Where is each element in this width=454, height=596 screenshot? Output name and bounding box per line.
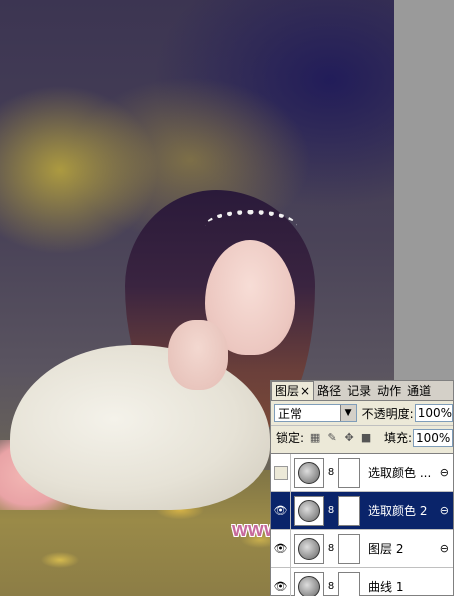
lock-transparency-icon[interactable]: ▦ — [309, 431, 321, 444]
blend-mode-value: 正常 — [278, 406, 303, 421]
fill-field[interactable]: 100% — [413, 428, 453, 447]
layer-mask-thumbnail — [338, 457, 360, 488]
lock-all-icon[interactable]: ■ — [360, 431, 372, 444]
close-icon[interactable]: × — [300, 384, 310, 398]
blend-mode-select[interactable]: 正常 ▼ — [274, 404, 357, 422]
chain-icon: 8 — [327, 467, 335, 478]
adjustment-icon — [298, 461, 320, 484]
tab-history[interactable]: 记录 — [344, 382, 374, 400]
arm — [168, 320, 228, 390]
visibility-toggle[interactable] — [271, 453, 291, 492]
lock-position-icon[interactable]: ✥ — [343, 431, 355, 444]
lock-pixels-icon[interactable]: ✎ — [326, 431, 338, 444]
chain-icon: 8 — [327, 581, 335, 592]
layers-panel: 图层× 路径 记录 动作 通道 正常 ▼ 不透明度: 100% 锁定: ▦ ✎ … — [270, 380, 454, 596]
layer-row[interactable]: 👁 8 曲线 1 — [271, 567, 453, 596]
chain-icon: 8 — [327, 505, 335, 516]
layer-row[interactable]: 8 选取颜色 ... ⊖ — [271, 453, 453, 492]
chevron-down-icon[interactable]: ▼ — [339, 405, 356, 421]
layer-name: 图层 2 — [368, 542, 404, 556]
link-icon: ⊖ — [439, 504, 449, 517]
chain-icon: 8 — [327, 543, 335, 554]
layer-row[interactable]: 👁 8 选取颜色 2 ⊖ — [271, 491, 453, 530]
lock-label: 锁定: — [276, 431, 305, 445]
eye-icon: 👁 — [273, 504, 288, 517]
link-icon: ⊖ — [439, 542, 449, 555]
visibility-toggle[interactable]: 👁 — [271, 567, 291, 596]
layer-thumbnail — [294, 571, 324, 596]
layer-row[interactable]: 👁 8 图层 2 ⊖ — [271, 529, 453, 568]
tab-channels[interactable]: 通道 — [404, 382, 434, 400]
tab-paths[interactable]: 路径 — [314, 382, 344, 400]
layer-thumbnail — [294, 533, 324, 564]
eye-icon: 👁 — [273, 580, 288, 593]
fill-label: 填充: — [383, 431, 412, 445]
adjustment-icon — [298, 499, 320, 522]
blend-row: 正常 ▼ 不透明度: 100% — [271, 401, 453, 425]
layers-list: 8 选取颜色 ... ⊖ 👁 8 选取颜色 2 ⊖ 👁 8 图层 2 ⊖ 👁 8 — [271, 453, 453, 596]
opacity-label: 不透明度: — [361, 406, 414, 421]
opacity-field[interactable]: 100% — [414, 404, 453, 422]
layer-name: 选取颜色 ... — [368, 466, 432, 480]
curves-icon — [298, 575, 320, 596]
layer-thumbnail — [294, 495, 324, 526]
link-icon: ⊖ — [439, 466, 449, 479]
layer-name: 选取颜色 2 — [368, 504, 428, 518]
layer-mask-thumbnail — [338, 533, 360, 564]
adjustment-icon — [298, 537, 320, 560]
layer-name: 曲线 1 — [368, 580, 404, 594]
panel-tabs: 图层× 路径 记录 动作 通道 — [271, 381, 453, 401]
visibility-toggle[interactable]: 👁 — [271, 491, 291, 530]
eye-off-icon — [273, 465, 288, 480]
tab-actions[interactable]: 动作 — [374, 382, 404, 400]
visibility-toggle[interactable]: 👁 — [271, 529, 291, 568]
tab-label: 图层 — [275, 384, 300, 398]
eye-icon: 👁 — [273, 542, 288, 555]
layer-mask-thumbnail — [338, 495, 360, 526]
lock-row: 锁定: ▦ ✎ ✥ ■ 填充: 100% — [271, 425, 453, 449]
headband — [205, 210, 297, 242]
layer-mask-thumbnail — [338, 571, 360, 596]
tab-layers[interactable]: 图层× — [271, 381, 315, 400]
layer-thumbnail — [294, 457, 324, 488]
